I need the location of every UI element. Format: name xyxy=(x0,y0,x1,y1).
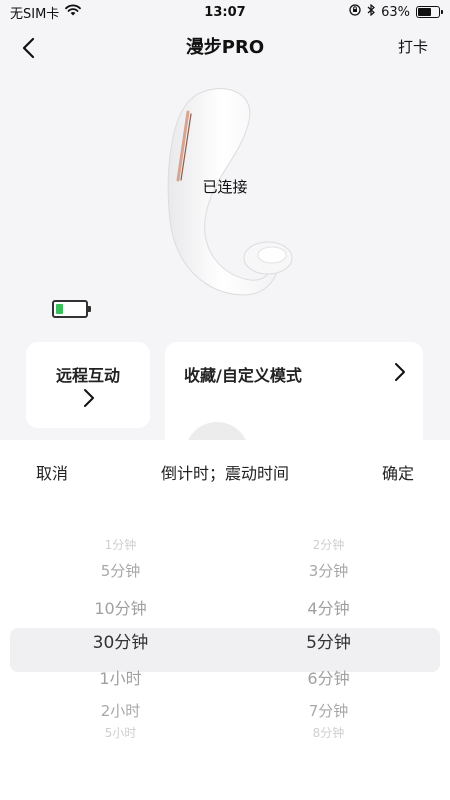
picker-header: 取消 倒计时；震动时间 确定 xyxy=(0,440,450,500)
picker-option[interactable]: 2小时 xyxy=(8,700,233,721)
countdown-picker-column[interactable]: 1分钟 5分钟 10分钟 30分钟 1小时 2小时 5小时 xyxy=(8,530,233,770)
picker-option[interactable]: 30分钟 xyxy=(8,628,233,653)
picker-option[interactable]: 2分钟 xyxy=(216,536,441,553)
picker-option[interactable]: 5分钟 xyxy=(8,560,233,581)
cancel-button[interactable]: 取消 xyxy=(36,460,68,484)
picker-option[interactable]: 1分钟 xyxy=(8,536,233,553)
picker-sheet: 取消 倒计时；震动时间 确定 1分钟 5分钟 10分钟 30分钟 1小时 2小时 5小时 2… xyxy=(0,440,450,800)
picker-option[interactable]: 5小时 xyxy=(8,724,233,741)
picker-option[interactable]: 4分钟 xyxy=(216,595,441,619)
picker-option[interactable]: 6分钟 xyxy=(216,665,441,689)
picker-option[interactable]: 10分钟 xyxy=(8,595,233,619)
picker-option[interactable]: 5分钟 xyxy=(216,628,441,653)
picker-option[interactable]: 3分钟 xyxy=(216,560,441,581)
picker-option[interactable]: 1小时 xyxy=(8,665,233,689)
confirm-button[interactable]: 确定 xyxy=(382,460,414,484)
picker-option[interactable]: 7分钟 xyxy=(216,700,441,721)
modal-backdrop[interactable] xyxy=(0,0,450,440)
picker-option[interactable]: 8分钟 xyxy=(216,724,441,741)
vibration-time-picker-column[interactable]: 2分钟 3分钟 4分钟 5分钟 6分钟 7分钟 8分钟 xyxy=(216,530,441,770)
